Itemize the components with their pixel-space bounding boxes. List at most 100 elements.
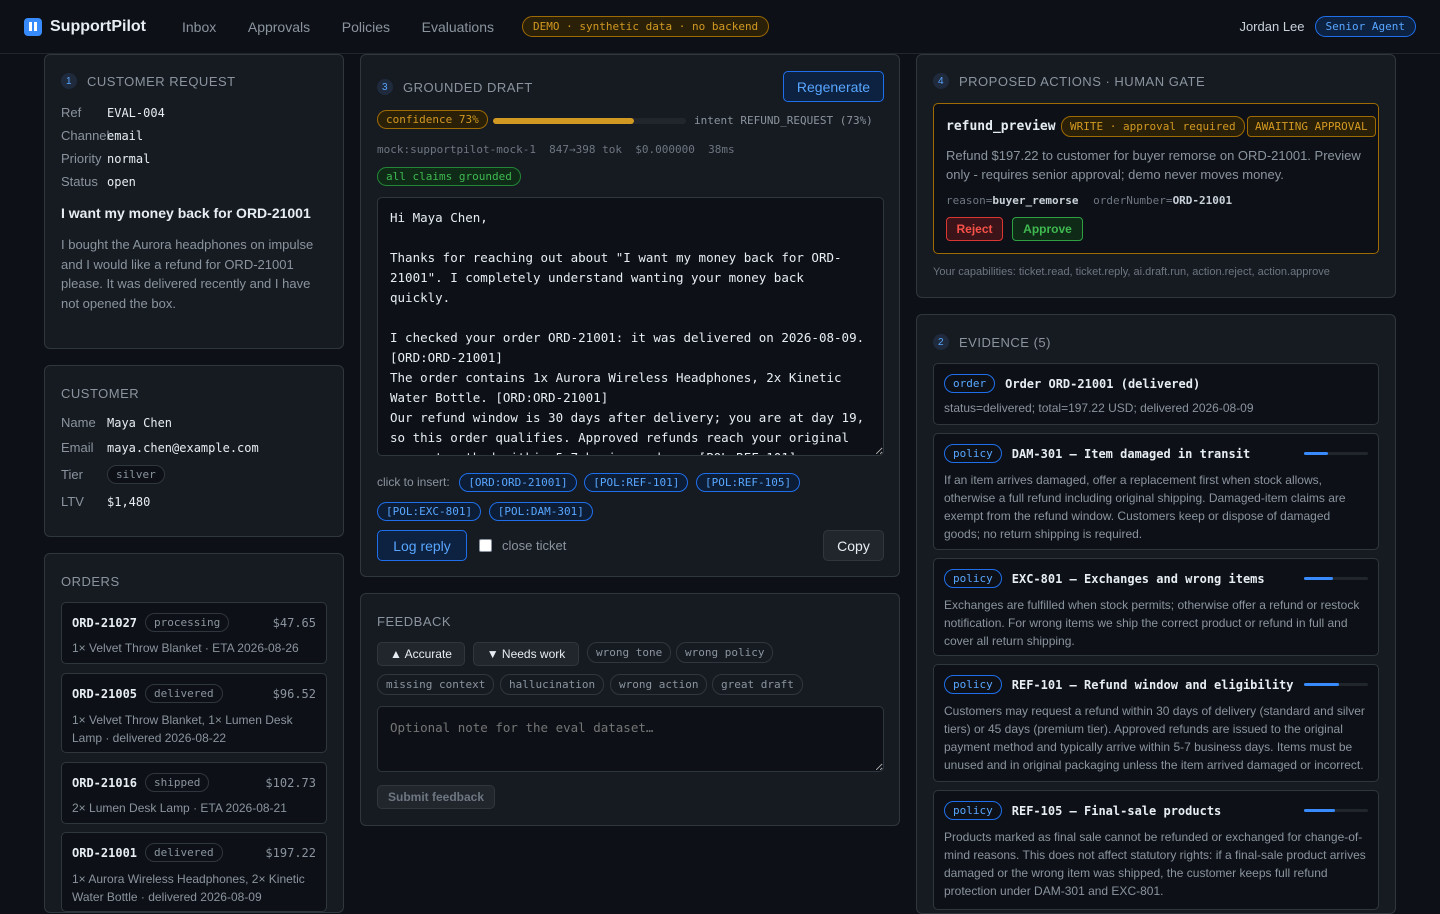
top-navigation-bar: SupportPilot Inbox Approvals Policies Ev… (0, 0, 1440, 54)
evidence-kind-badge: order (944, 374, 996, 393)
confidence-badge: confidence 73% (377, 110, 488, 129)
close-ticket-checkbox[interactable] (479, 539, 492, 552)
order-item[interactable]: ORD-21005 delivered $96.52 1× Velvet Throw… (61, 673, 327, 753)
evidence-item[interactable]: policy DAM-301 — Item damaged in transit … (933, 433, 1379, 550)
write-approval-badge: WRITE · approval required (1061, 116, 1245, 137)
order-item[interactable]: ORD-21001 delivered $197.22 1× Aurora Wire… (61, 832, 327, 912)
step-number: 2 (933, 334, 949, 350)
evidence-kind-badge: policy (944, 675, 1002, 694)
customer-name: Maya Chen (107, 415, 173, 430)
evidence-kind-badge: policy (944, 444, 1002, 463)
feedback-tag[interactable]: wrong action (610, 674, 708, 695)
step-number: 3 (377, 79, 393, 95)
evidence-kind-badge: policy (944, 801, 1002, 820)
action-params: reason=buyer_remorse orderNumber=ORD-210… (946, 194, 1233, 207)
customer-tier-badge: silver (107, 465, 165, 484)
close-ticket-label: close ticket (502, 538, 567, 553)
brand-logo-icon (24, 17, 42, 36)
feedback-title: FEEDBACK (377, 614, 452, 629)
evidence-item[interactable]: policy REF-101 — Refund window and eligib… (933, 664, 1379, 782)
relevance-bar-fill (1304, 452, 1329, 455)
evidence-title: 2 EVIDENCE (5) (933, 334, 1051, 350)
reject-button[interactable]: Reject (946, 217, 1003, 241)
relevance-bar-fill (1304, 577, 1333, 580)
citation-chip[interactable]: [ORD:ORD-21001] (459, 473, 577, 492)
confidence-bar (493, 118, 686, 124)
step-number: 1 (61, 73, 77, 89)
step-number: 4 (933, 73, 949, 89)
citation-chip[interactable]: [POL:DAM-301] (488, 502, 593, 521)
nav-policies[interactable]: Policies (342, 19, 390, 35)
demo-badge: DEMO · synthetic data · no backend (522, 16, 770, 37)
order-status-badge: processing (145, 613, 230, 632)
nav-approvals[interactable]: Approvals (248, 19, 310, 35)
relevance-bar-fill (1304, 809, 1335, 812)
grounded-draft-card: 3 GROUNDED DRAFT Regenerate confidence 7… (360, 54, 900, 577)
nav-evaluations[interactable]: Evaluations (422, 19, 494, 35)
relevance-bar (1304, 683, 1368, 686)
draft-reply-editor[interactable] (377, 197, 884, 456)
citation-inserts: click to insert: [ORD:ORD-21001] [POL:RE… (377, 473, 884, 521)
citation-chip[interactable]: [POL:REF-105] (696, 473, 801, 492)
customer-ltv: $1,480 (107, 494, 151, 509)
approve-button[interactable]: Approve (1012, 217, 1083, 241)
customer-request-card: 1 CUSTOMER REQUEST Ref EVAL-004 Channel em… (44, 54, 344, 349)
citation-chip[interactable]: [POL:EXC-801] (377, 502, 482, 521)
order-status-badge: shipped (145, 773, 210, 792)
evidence-item[interactable]: policy REF-105 — Final-sale products Prod… (933, 790, 1379, 910)
evidence-item[interactable]: policy EXC-801 — Exchanges and wrong item… (933, 558, 1379, 656)
citation-chip[interactable]: [POL:REF-101] (584, 473, 689, 492)
customer-request-title: 1 CUSTOMER REQUEST (61, 73, 327, 89)
request-priority: normal (107, 151, 151, 166)
orders-card: ORDERS ORD-21027 processing $47.65 1× Velv… (44, 553, 344, 913)
role-badge: Senior Agent (1314, 16, 1416, 37)
request-fields: Ref EVAL-004 Channel email Priority normal … (61, 105, 165, 189)
order-status-badge: delivered (145, 684, 223, 703)
main-nav: Inbox Approvals Policies Evaluations (182, 19, 522, 35)
awaiting-approval-badge: AWAITING APPROVAL (1247, 116, 1376, 137)
feedback-tag[interactable]: wrong tone (587, 642, 672, 663)
action-proposal: refund_preview WRITE · approval required… (933, 103, 1379, 254)
orders-title: ORDERS (61, 574, 120, 589)
feedback-card: FEEDBACK ▲ Accurate ▼ Needs work wrong t… (360, 593, 900, 826)
model-meta: mock:supportpilot-mock-1 847→398 tok $0.… (377, 143, 735, 156)
customer-title: CUSTOMER (61, 386, 140, 401)
order-item[interactable]: ORD-21016 shipped $102.73 2× Lumen Desk La… (61, 762, 327, 824)
brand[interactable]: SupportPilot (24, 17, 146, 36)
proposed-actions-card: 4 PROPOSED ACTIONS · HUMAN GATE refund_p… (916, 54, 1396, 298)
request-status: open (107, 174, 136, 189)
feedback-tag[interactable]: missing context (377, 674, 495, 695)
request-subject: I want my money back for ORD-21001 (61, 205, 311, 221)
request-ref: EVAL-004 (107, 105, 165, 120)
nav-inbox[interactable]: Inbox (182, 19, 216, 35)
order-status-badge: delivered (145, 843, 223, 862)
feedback-tag[interactable]: wrong policy (676, 642, 774, 663)
feedback-tag[interactable]: hallucination (500, 674, 605, 695)
insert-label: click to insert: (377, 475, 450, 489)
accurate-button[interactable]: ▲ Accurate (377, 642, 465, 666)
request-body: I bought the Aurora headphones on impuls… (61, 237, 314, 311)
request-channel: email (107, 128, 144, 143)
feedback-tag[interactable]: great draft (712, 674, 803, 695)
intent-label: intent REFUND_REQUEST (73%) (694, 114, 873, 127)
customer-card: CUSTOMER Name Maya Chen Email maya.chen@ex… (44, 365, 344, 537)
log-reply-button[interactable]: Log reply (377, 530, 467, 561)
action-name: refund_preview (946, 119, 1056, 134)
relevance-bar (1304, 577, 1368, 580)
action-description: Refund $197.22 to customer for buyer rem… (946, 148, 1361, 182)
relevance-bar (1304, 452, 1368, 455)
evidence-kind-badge: policy (944, 569, 1002, 588)
evidence-item[interactable]: order Order ORD-21001 (delivered) status=… (933, 363, 1379, 425)
brand-name: SupportPilot (50, 17, 146, 35)
capabilities-text: Your capabilities: ticket.read, ticket.r… (933, 266, 1330, 278)
needs-work-button[interactable]: ▼ Needs work (473, 642, 579, 666)
regenerate-button[interactable]: Regenerate (783, 71, 884, 102)
feedback-note-input[interactable] (377, 706, 884, 772)
relevance-bar-fill (1304, 683, 1340, 686)
copy-button[interactable]: Copy (823, 530, 884, 561)
order-item[interactable]: ORD-21027 processing $47.65 1× Velvet Thro… (61, 602, 327, 664)
submit-feedback-button[interactable]: Submit feedback (377, 785, 495, 809)
confidence-bar-fill (493, 118, 634, 124)
actions-title: 4 PROPOSED ACTIONS · HUMAN GATE (933, 73, 1205, 89)
user-name: Jordan Lee (1239, 19, 1305, 34)
